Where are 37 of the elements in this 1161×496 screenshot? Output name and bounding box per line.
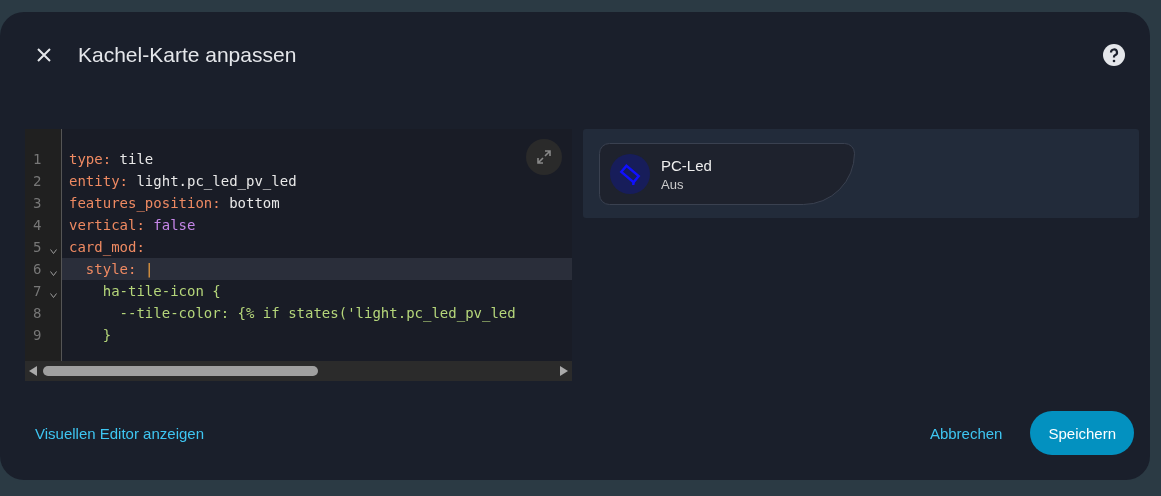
help-icon — [1102, 43, 1126, 67]
code-line: style: | — [84, 261, 154, 277]
tile-card[interactable]: PC-Led Aus — [599, 143, 855, 205]
scroll-right-icon[interactable] — [560, 366, 568, 376]
expand-icon — [536, 149, 552, 165]
line-number: 6 — [33, 261, 42, 277]
scroll-left-icon[interactable] — [29, 366, 37, 376]
visual-editor-link[interactable]: Visuellen Editor anzeigen — [35, 424, 204, 442]
save-button[interactable]: Speichern — [1030, 411, 1134, 455]
line-number: 4 — [33, 217, 42, 233]
line-number: 8 — [33, 305, 42, 321]
line-number: 1 — [33, 151, 42, 167]
code-line: } — [101, 327, 112, 343]
cancel-button[interactable]: Abbrechen — [929, 424, 1003, 442]
line-number: 2 — [33, 173, 42, 189]
line-number: 5 — [33, 239, 42, 255]
help-button[interactable] — [1102, 43, 1126, 67]
line-number: 3 — [33, 195, 42, 211]
led-strip-icon — [619, 163, 641, 185]
tile-name: PC-Led — [661, 156, 712, 174]
code-editor[interactable]: 1 2 3 4 5 6 7 8 9 type: tile entity: light.pc_led_pv_led features_position: bottom vertical: false card_mod: style: | ha-tile-icon { --tile-color: {% if states('light.pc_led_pv_led } — [25, 129, 572, 381]
code-line: --tile-color: {% if states('light.pc_led_pv_led — [118, 305, 516, 321]
line-number: 9 — [33, 327, 42, 343]
code-line: features_position: bottom — [69, 195, 280, 211]
code-line: card_mod: — [69, 239, 145, 255]
fullscreen-button[interactable] — [526, 139, 562, 175]
tile-state: Aus — [661, 176, 685, 192]
code-line: ha-tile-icon { — [101, 283, 221, 299]
fold-chevron-icon[interactable] — [50, 292, 57, 298]
dialog-title: Kachel-Karte anpassen — [78, 43, 298, 67]
line-number: 7 — [33, 283, 42, 299]
fold-chevron-icon[interactable] — [50, 270, 57, 276]
code-line: type: tile — [69, 151, 154, 167]
fold-chevron-icon[interactable] — [50, 248, 57, 254]
code-line: vertical: false — [69, 217, 196, 233]
horizontal-scrollbar[interactable] — [25, 361, 572, 381]
code-line: entity: light.pc_led_pv_led — [69, 173, 297, 189]
